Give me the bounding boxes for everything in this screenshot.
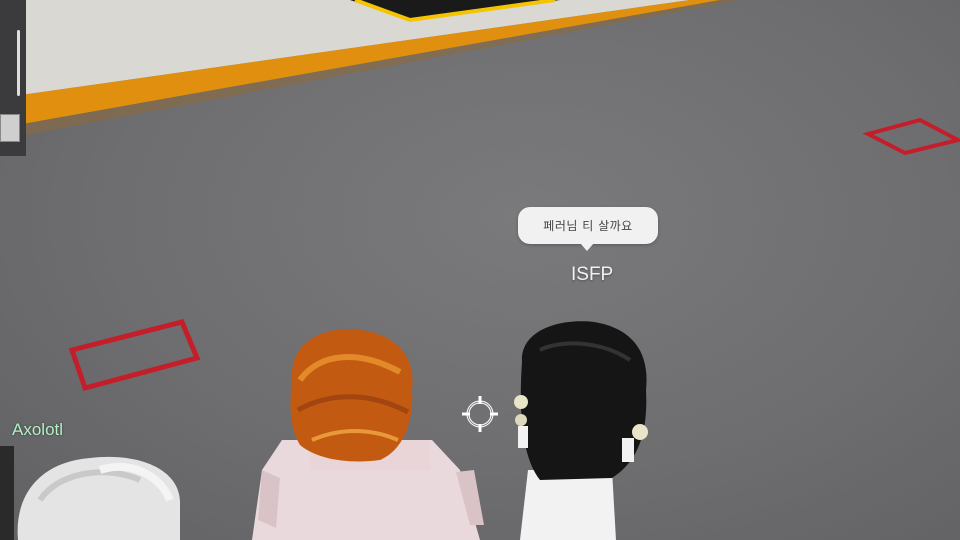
game-viewport[interactable]: 페러님 티 살까요 ISFP Axolotl [0, 0, 960, 540]
scroll-handle[interactable] [17, 30, 20, 96]
floor-marker-right [862, 117, 960, 156]
avatar-orange-hair[interactable] [252, 328, 484, 540]
player-nametag-isfp: ISFP [571, 264, 614, 285]
game-world [0, 0, 960, 540]
chat-bubble-text: 페러님 티 살까요 [543, 219, 633, 233]
avatar-axolotl[interactable] [0, 446, 181, 540]
crosshair-icon [462, 396, 498, 432]
player-nametag-axolotl: Axolotl [12, 420, 64, 439]
chat-bubble: 페러님 티 살까요 [518, 207, 658, 251]
side-panel[interactable] [0, 0, 26, 156]
avatar-isfp[interactable] [514, 321, 648, 540]
panel-button[interactable] [0, 114, 20, 142]
floor-marker-left [68, 319, 201, 392]
